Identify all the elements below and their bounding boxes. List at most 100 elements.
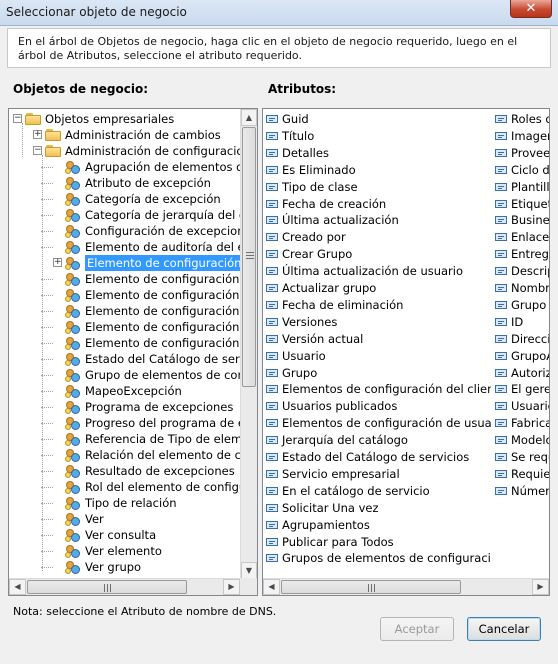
attribute-item[interactable]: GrupoA [495,348,549,364]
attribute-item[interactable]: Crear Grupo [266,246,491,262]
accept-button[interactable]: Aceptar [380,617,454,641]
tree-root[interactable]: − Objetos empresariales [9,111,249,127]
tree-item[interactable]: Programa de excepciones [9,399,249,415]
attribute-item[interactable]: Última actualización [266,212,491,228]
attribute-item[interactable]: Imagen [495,128,549,144]
attribute-item[interactable]: El gerer [495,381,549,397]
attribute-item[interactable]: Estado del Catálogo de servicios [266,449,491,465]
tree-item[interactable]: Agrupación de elementos de co [9,159,257,175]
attribute-item[interactable]: Fecha de creación [266,196,491,212]
scroll-right-icon[interactable]: ▶ [223,579,240,595]
attribute-list[interactable]: Guid Título Detalles Es Eliminado Tipo de cl… [262,108,550,596]
attribute-item[interactable]: Guid [266,111,491,127]
attribute-item[interactable]: Fecha de eliminación [266,297,491,313]
attribute-item[interactable]: Direcció [495,331,549,347]
attribute-item[interactable]: Publicar para Todos [266,534,491,550]
expand-icon[interactable]: + [33,130,42,139]
attribute-item[interactable]: En el catálogo de servicio [266,483,491,499]
attribute-item[interactable]: Grupo d [495,297,549,313]
close-button[interactable]: ✕ [510,0,552,18]
tree-item[interactable]: Configuración de excepciones [9,223,257,239]
tree-item[interactable]: Elemento de configuración del c [9,319,257,335]
attribute-item[interactable]: Actualizar grupo [266,280,491,296]
expand-icon[interactable]: + [53,258,62,267]
attribute-item[interactable]: Usuario [495,398,549,414]
collapse-icon[interactable]: − [33,146,42,155]
attribute-item[interactable]: Es Eliminado [266,162,491,178]
tree-item[interactable]: Tipo de relación [9,495,249,511]
attributes-horizontal-scrollbar[interactable]: ◀ ▶ [263,578,549,595]
tree-horizontal-scrollbar[interactable]: ◀ ▶ [9,578,257,595]
attribute-item[interactable]: Servicio empresarial [266,466,491,482]
attribute-item[interactable]: Proveed [495,145,549,161]
attribute-item[interactable]: Última actualización de usuario [266,263,491,279]
scroll-left-icon[interactable]: ◀ [9,579,26,595]
attribute-item[interactable]: ID [495,314,549,330]
attribute-item[interactable]: Modelo [495,432,549,448]
tree-item[interactable]: Elemento de auditoría del eleme [9,239,257,255]
attribute-item[interactable]: Se requ [495,449,549,465]
attribute-item[interactable]: Entrega [495,246,549,262]
attribute-item[interactable]: Grupo [266,365,491,381]
attribute-item[interactable]: Título [266,128,491,144]
collapse-icon[interactable]: − [13,114,22,123]
tree-item[interactable]: Categoría de jerarquía del catá [9,207,257,223]
tree-item[interactable]: Grupo de elementos de configu [9,367,257,383]
attributes-hscroll-thumb[interactable] [281,580,461,594]
tree-item[interactable]: Estado del Catálogo de servicio [9,351,257,367]
attribute-item[interactable]: Nombre [495,280,549,296]
attribute-item[interactable]: Tipo de clase [266,179,491,195]
tree-item[interactable]: Elemento de configuración de e [9,271,257,287]
tree-item[interactable]: Referencia de Tipo de elemento [9,431,257,447]
attribute-item[interactable]: Elementos de configuración de usuario [266,415,491,431]
business-object-tree[interactable]: − Objetos empresariales + Administración de… [8,108,258,596]
attribute-item[interactable]: Enlaces [495,229,549,245]
attribute-item[interactable]: Elementos de configuración del cliente [266,381,491,397]
tree-item[interactable]: MapeoExcepción [9,383,249,399]
attribute-item[interactable]: Busines [495,212,549,228]
tree-item[interactable]: Ver grupo [9,559,249,575]
attribute-item[interactable]: Ciclo de [495,162,549,178]
tree-item[interactable]: Elemento de configuración de p [9,287,257,303]
scroll-down-icon[interactable]: ▼ [241,562,257,579]
attribute-item[interactable]: Grupos de elementos de configuración [266,550,491,566]
attribute-item[interactable]: Usuario [266,348,491,364]
attribute-item[interactable]: Roles de [495,111,549,127]
attribute-item[interactable]: Detalles [266,145,491,161]
tree-item[interactable]: Rol del elemento de configuraci [9,479,257,495]
tree-item[interactable]: Progreso del programa de exce [9,415,257,431]
tree-item[interactable]: Atributo de excepción [9,175,249,191]
attribute-item[interactable]: Plantilla [495,179,549,195]
attribute-item[interactable]: Número [495,483,549,499]
attribute-item[interactable]: Fabrican [495,415,549,431]
attribute-item[interactable]: Usuarios publicados [266,398,491,414]
tree-item[interactable]: Ver consulta [9,527,249,543]
tree-group[interactable]: + Administración de cambios [9,127,249,143]
attribute-item[interactable]: Etiqueta [495,196,549,212]
tree-item[interactable]: Relación del elemento de config [9,447,257,463]
attribute-item[interactable]: Solicitar Una vez [266,500,491,516]
scroll-up-icon[interactable]: ▲ [241,109,257,126]
scroll-right-icon[interactable]: ▶ [532,579,549,595]
tree-scroll-thumb[interactable] [242,127,256,387]
attribute-item[interactable]: Agrupamientos [266,517,491,533]
tree-hscroll-thumb[interactable] [27,580,187,594]
tree-item[interactable]: Elemento de configuración publ [9,335,257,351]
attribute-item[interactable]: Versión actual [266,331,491,347]
scroll-left-icon[interactable]: ◀ [263,579,280,595]
attribute-item[interactable]: Requier [495,466,549,482]
tree-group[interactable]: − Administración de configuraciones [9,143,257,159]
attribute-item[interactable]: Jerarquía del catálogo [266,432,491,448]
tree-vertical-scrollbar[interactable]: ▲ ▼ [240,109,257,579]
attribute-item[interactable]: Versiones [266,314,491,330]
cancel-button[interactable]: Cancelar [467,617,541,641]
attribute-item[interactable]: Autoriza [495,365,549,381]
attribute-item[interactable]: Creado por [266,229,491,245]
tree-item[interactable]: Ver [9,511,249,527]
tree-item[interactable]: + Elemento de configuración [9,255,249,271]
attribute-item[interactable]: Descrip [495,263,549,279]
tree-item[interactable]: Resultado de excepciones [9,463,249,479]
tree-item[interactable]: Elemento de configuración de u [9,303,257,319]
tree-item[interactable]: Categoría de excepción [9,191,249,207]
tree-item[interactable]: Ver elemento [9,543,249,559]
